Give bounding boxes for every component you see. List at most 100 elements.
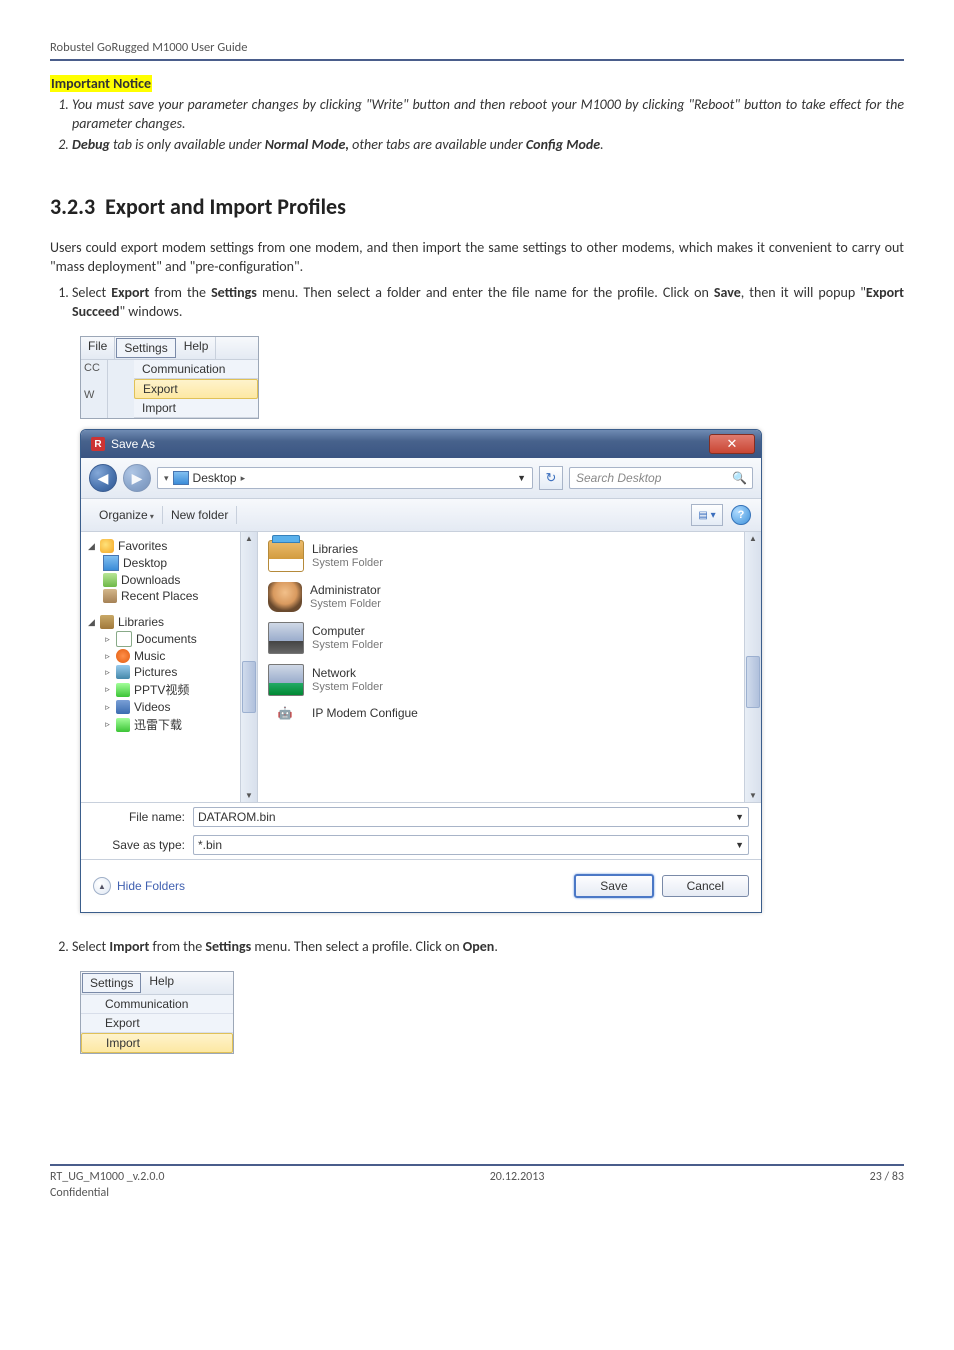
tree-xunlei[interactable]: ▹迅雷下载 (101, 715, 253, 734)
filename-label: File name: (93, 810, 193, 824)
step-2: Select Import from the Settings menu. Th… (72, 937, 904, 957)
footer-rule (50, 1164, 904, 1166)
save-button[interactable]: Save (574, 874, 653, 898)
scroll-down-icon: ▼ (245, 791, 253, 800)
intro-paragraph: Users could export modem settings from o… (50, 238, 904, 277)
footer-date: 20.12.2013 (490, 1170, 545, 1200)
text: Select (72, 284, 111, 301)
notice-bold: Config Mode (526, 136, 600, 153)
footer-page: 23 / 83 (870, 1170, 904, 1200)
tree-label: Favorites (118, 539, 167, 553)
footer-confidential: Confidential (50, 1186, 165, 1200)
menu-settings[interactable]: Settings (116, 338, 175, 358)
app-icon: R (91, 437, 105, 451)
close-button[interactable]: ✕ (709, 434, 755, 454)
file-type: System Folder (312, 681, 383, 694)
chevron-down-icon: ▼ (735, 840, 744, 850)
file-name: Administrator (310, 584, 381, 598)
tree-videos[interactable]: ▹Videos (101, 699, 253, 715)
file-item-administrator[interactable]: Administrator System Folder (268, 582, 751, 612)
scroll-down-icon: ▼ (749, 791, 757, 800)
savetype-select[interactable]: *.bin ▼ (193, 835, 749, 855)
menubar: Settings Help (81, 972, 233, 995)
menu-settings[interactable]: Settings (82, 973, 141, 993)
organize-button[interactable]: Organize (91, 506, 163, 524)
tree-music[interactable]: ▹Music (101, 648, 253, 664)
file-name: Libraries (312, 543, 383, 557)
page-footer: RT_UG_M1000 _v.2.0.0 Confidential 20.12.… (50, 1170, 904, 1200)
menu-item-communication[interactable]: Communication (134, 360, 258, 379)
menu-item-communication[interactable]: Communication (81, 995, 233, 1014)
refresh-button[interactable]: ↻ (539, 466, 563, 490)
tree-downloads[interactable]: Downloads (101, 572, 253, 588)
text-bold: Settings (211, 284, 257, 301)
tree-pictures[interactable]: ▹Pictures (101, 664, 253, 680)
savetype-label: Save as type: (93, 838, 193, 852)
step-1: Select Export from the Settings menu. Th… (72, 283, 904, 322)
library-icon (268, 540, 304, 572)
dialog-title: Save As (111, 437, 155, 451)
cancel-button[interactable]: Cancel (662, 875, 749, 897)
breadcrumb-label: Desktop (193, 471, 237, 485)
file-item-computer[interactable]: Computer System Folder (268, 622, 751, 654)
tree-libraries[interactable]: ◢ Libraries (85, 614, 253, 630)
twisty-icon: ▹ (103, 684, 112, 695)
tree-label: Libraries (118, 615, 164, 629)
text-bold: Open (463, 938, 495, 955)
search-placeholder: Search Desktop (576, 471, 661, 485)
text-bold: Save (714, 284, 741, 301)
menu-item-import[interactable]: Import (134, 399, 258, 418)
music-icon (116, 649, 130, 663)
desktop-icon (173, 471, 189, 485)
menu-item-export[interactable]: Export (134, 379, 258, 399)
view-layout-button[interactable]: ▤ ▾ (691, 504, 723, 526)
steps-list: Select Export from the Settings menu. Th… (50, 283, 904, 322)
tree-label: Desktop (123, 556, 167, 570)
twisty-icon: ▹ (103, 651, 112, 662)
file-name[interactable]: IP Modem Configue (312, 706, 418, 720)
file-scrollbar[interactable]: ▲ ▼ (744, 532, 761, 802)
file-item-network[interactable]: Network System Folder (268, 664, 751, 696)
text: Select (72, 938, 109, 955)
tree-documents[interactable]: ▹Documents (101, 630, 253, 648)
menu-item-export[interactable]: Export (81, 1014, 233, 1033)
breadcrumb[interactable]: ▾ Desktop ▸ ▼ (157, 467, 533, 489)
scroll-up-icon: ▲ (749, 534, 757, 543)
scroll-thumb[interactable] (242, 661, 256, 713)
tree-label: PPTV视频 (134, 681, 189, 698)
hide-folders-button[interactable]: ▲ Hide Folders (93, 877, 185, 895)
file-item-libraries[interactable]: Libraries System Folder (268, 540, 751, 572)
notice-item: You must save your parameter changes by … (72, 96, 904, 134)
app-menu-screenshot-2: Settings Help Communication Export Impor… (80, 971, 234, 1054)
gutter-label: W (84, 389, 104, 402)
help-button[interactable]: ? (731, 505, 751, 525)
chevron-down-icon: ▼ (517, 473, 526, 483)
notice-bold: Debug (72, 136, 110, 153)
search-input[interactable]: Search Desktop 🔍 (569, 467, 753, 489)
search-icon: 🔍 (732, 471, 746, 485)
twisty-icon: ▹ (103, 667, 112, 678)
menu-item-import[interactable]: Import (81, 1033, 233, 1053)
footer-doc-id: RT_UG_M1000 _v.2.0.0 (50, 1170, 165, 1184)
nav-back-button[interactable]: ◀ (89, 464, 117, 492)
header-rule (50, 59, 904, 61)
tree-favorites[interactable]: ◢Favorites (85, 538, 253, 554)
tree-recent-places[interactable]: Recent Places (101, 588, 253, 604)
left-gutter: CC W (81, 360, 108, 418)
save-as-dialog: R Save As ✕ ◀ ▶ ▾ Desktop ▸ ▼ ↻ Search D… (80, 429, 762, 913)
tree-pptv[interactable]: ▹ PPTV视频 (101, 680, 253, 699)
scroll-thumb[interactable] (746, 656, 760, 708)
twisty-icon: ◢ (87, 617, 96, 628)
network-icon (268, 664, 304, 696)
chevron-down-icon: ▼ (735, 812, 744, 822)
hide-folders-label: Hide Folders (117, 879, 185, 893)
nav-forward-button[interactable]: ▶ (123, 464, 151, 492)
menu-help[interactable]: Help (142, 972, 181, 994)
tree-scrollbar[interactable]: ▲ ▼ (240, 532, 257, 802)
tree-desktop[interactable]: Desktop (101, 554, 253, 572)
menu-help[interactable]: Help (177, 337, 217, 359)
new-folder-button[interactable]: New folder (163, 506, 237, 524)
section-name: Export and Import Profiles (105, 193, 346, 220)
filename-input[interactable]: DATAROM.bin ▼ (193, 807, 749, 827)
menu-file[interactable]: File (81, 337, 115, 359)
